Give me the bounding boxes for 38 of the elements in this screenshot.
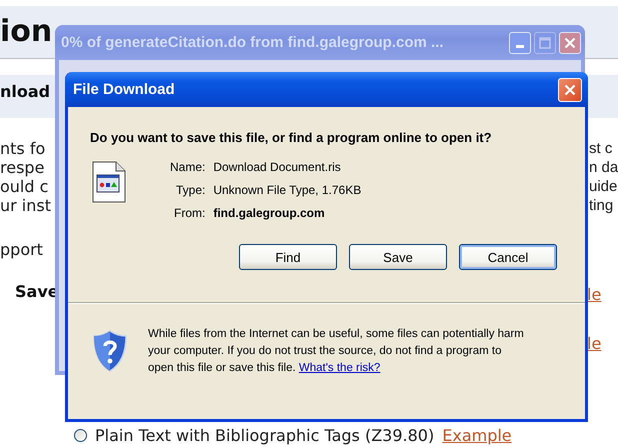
- body-text: ould c: [0, 177, 50, 196]
- field-label: Name:: [170, 160, 206, 174]
- dialog-title: File Download: [73, 81, 176, 98]
- body-text: n da: [589, 158, 618, 177]
- example-link[interactable]: le: [587, 285, 602, 304]
- body-text: respe: [0, 158, 46, 177]
- close-button[interactable]: [559, 32, 581, 54]
- risk-link[interactable]: What's the risk?: [298, 362, 380, 374]
- warning-text: While files from the Internet can be useful, some files can potentially harm your computer. If you do not trust the source, do not find a program to open this file or save this file. What's the risk?: [148, 327, 525, 376]
- body-text: uide: [589, 177, 618, 196]
- dialog-button[interactable]: Cancel: [459, 244, 557, 270]
- field-value: find.galegroup.com: [213, 206, 326, 220]
- example-link[interactable]: Example: [442, 426, 512, 445]
- dialog-button[interactable]: Save: [349, 244, 447, 270]
- section-label: nload: [0, 82, 50, 101]
- dialog-question: Do you want to save this file, or find a program online to open it?: [90, 131, 493, 145]
- shield-question-icon: [92, 330, 128, 372]
- page-heading: ion: [0, 14, 52, 49]
- body-text: nts fo: [0, 139, 46, 158]
- field-label: Type:: [174, 183, 206, 197]
- field-value: Download Document.ris: [213, 160, 342, 174]
- maximize-icon: [539, 36, 551, 48]
- body-text: ur inst: [0, 196, 51, 215]
- dialog-button[interactable]: Find: [239, 244, 337, 270]
- window-title: 0% of generateCitation.do from find.galegroup.com ...: [61, 34, 445, 51]
- body-text: ting: [589, 196, 614, 215]
- body-text: st c: [589, 139, 614, 158]
- minimize-icon: [516, 45, 524, 48]
- close-icon: [564, 36, 576, 48]
- close-icon: [564, 84, 576, 96]
- body-text: pport: [0, 240, 43, 259]
- field-label: From:: [173, 206, 206, 220]
- field-value: Unknown File Type, 1.76KB: [213, 183, 362, 197]
- file-icon: [92, 161, 126, 203]
- minimize-button[interactable]: [509, 32, 531, 54]
- example-link[interactable]: le: [587, 334, 602, 353]
- radio-button[interactable]: [74, 429, 87, 442]
- option-label: Plain Text with Bibliographic Tags (Z39.80): [95, 426, 434, 445]
